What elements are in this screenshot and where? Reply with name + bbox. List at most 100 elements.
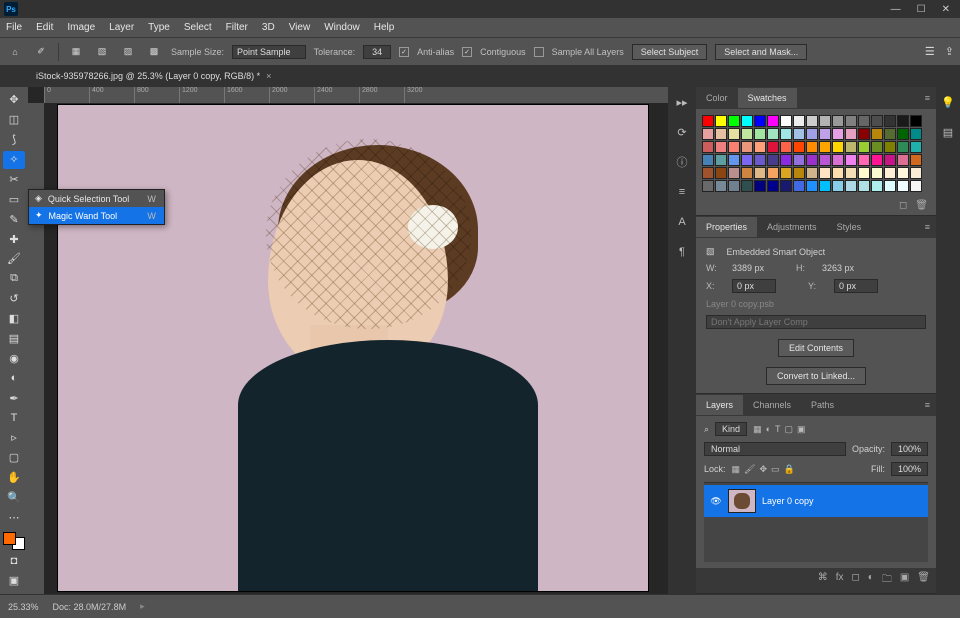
tab-swatches[interactable]: Swatches xyxy=(738,88,797,108)
swatch[interactable] xyxy=(884,167,896,179)
intersect-selection-icon[interactable]: ▩ xyxy=(145,43,163,61)
layer-mask-icon[interactable]: ◻ xyxy=(851,572,859,589)
tolerance-input[interactable]: 34 xyxy=(363,45,391,59)
type-tool[interactable]: T xyxy=(3,409,25,427)
screen-mode-icon[interactable]: ▣ xyxy=(3,572,25,590)
swatch[interactable] xyxy=(702,128,714,140)
swatch[interactable] xyxy=(741,115,753,127)
swatch[interactable] xyxy=(793,128,805,140)
menu-filter[interactable]: Filter xyxy=(226,22,248,33)
foreground-background-swatch[interactable] xyxy=(3,532,25,550)
swatch[interactable] xyxy=(780,115,792,127)
new-swatch-icon[interactable]: ◻ xyxy=(899,200,907,211)
swatch[interactable] xyxy=(767,141,779,153)
layer-row[interactable]: 👁 Layer 0 copy xyxy=(704,485,928,517)
paragraph-panel-icon[interactable]: ¶ xyxy=(673,243,691,261)
new-layer-icon[interactable]: ▣ xyxy=(900,572,909,589)
swatch[interactable] xyxy=(871,154,883,166)
subtract-selection-icon[interactable]: ▨ xyxy=(119,43,137,61)
menu-help[interactable]: Help xyxy=(374,22,395,33)
swatch[interactable] xyxy=(767,167,779,179)
layer-name[interactable]: Layer 0 copy xyxy=(762,496,814,506)
convert-linked-button[interactable]: Convert to Linked... xyxy=(766,367,866,385)
swatch[interactable] xyxy=(858,115,870,127)
sample-all-checkbox[interactable] xyxy=(534,47,544,57)
swatch[interactable] xyxy=(728,115,740,127)
lock-artboard-icon[interactable]: ▭ xyxy=(771,464,780,475)
history-panel-icon[interactable]: ⟳ xyxy=(673,123,691,141)
filter-smart-icon[interactable]: ▣ xyxy=(797,424,806,435)
maximize-icon[interactable]: ☐ xyxy=(917,4,926,15)
swatch[interactable] xyxy=(871,167,883,179)
swatch[interactable] xyxy=(832,180,844,192)
frame-tool[interactable]: ▭ xyxy=(3,190,25,208)
swatch[interactable] xyxy=(884,115,896,127)
fill-input[interactable]: 100% xyxy=(891,462,928,476)
filter-type-icon[interactable]: T xyxy=(775,424,781,435)
menu-3d[interactable]: 3D xyxy=(262,22,275,33)
swatch[interactable] xyxy=(715,167,727,179)
swatch[interactable] xyxy=(819,154,831,166)
swatch[interactable] xyxy=(767,128,779,140)
tab-color[interactable]: Color xyxy=(696,88,738,108)
new-selection-icon[interactable]: ▦ xyxy=(67,43,85,61)
swatch[interactable] xyxy=(741,141,753,153)
swatch[interactable] xyxy=(845,154,857,166)
menu-image[interactable]: Image xyxy=(67,22,95,33)
filter-pixel-icon[interactable]: ▦ xyxy=(753,424,762,435)
swatch[interactable] xyxy=(780,167,792,179)
swatch[interactable] xyxy=(780,180,792,192)
swatch[interactable] xyxy=(728,128,740,140)
swatch[interactable] xyxy=(715,180,727,192)
tab-properties[interactable]: Properties xyxy=(696,217,757,237)
layers-menu-icon[interactable]: ≡ xyxy=(919,400,936,410)
swatch[interactable] xyxy=(793,154,805,166)
hand-tool[interactable]: ✋ xyxy=(3,469,25,487)
swatch[interactable] xyxy=(845,115,857,127)
swatch[interactable] xyxy=(702,180,714,192)
status-arrow-icon[interactable]: ▸ xyxy=(140,601,145,612)
filter-adjust-icon[interactable]: ◐ xyxy=(766,424,771,435)
menu-type[interactable]: Type xyxy=(148,22,170,33)
blend-mode-select[interactable]: Normal xyxy=(704,442,846,456)
swatch[interactable] xyxy=(806,180,818,192)
flyout-magic-wand[interactable]: ✦ Magic Wand Tool W xyxy=(29,207,164,224)
swatch[interactable] xyxy=(767,154,779,166)
gradient-tool[interactable]: ▤ xyxy=(3,330,25,348)
swatch[interactable] xyxy=(871,115,883,127)
swatch[interactable] xyxy=(793,141,805,153)
filter-shape-icon[interactable]: ▢ xyxy=(785,424,794,435)
swatch[interactable] xyxy=(910,115,922,127)
quick-mask-icon[interactable]: ◘ xyxy=(3,552,25,570)
swatch[interactable] xyxy=(910,154,922,166)
layer-filter-search-icon[interactable]: ⌕ xyxy=(704,424,709,435)
swatch[interactable] xyxy=(884,141,896,153)
swatch[interactable] xyxy=(806,128,818,140)
swatch[interactable] xyxy=(819,167,831,179)
add-selection-icon[interactable]: ▧ xyxy=(93,43,111,61)
swatch[interactable] xyxy=(741,154,753,166)
menu-window[interactable]: Window xyxy=(324,22,360,33)
swatch[interactable] xyxy=(858,154,870,166)
tab-adjustments[interactable]: Adjustments xyxy=(757,217,827,237)
swatch[interactable] xyxy=(754,180,766,192)
edit-contents-button[interactable]: Edit Contents xyxy=(778,339,854,357)
menu-edit[interactable]: Edit xyxy=(36,22,53,33)
prop-y-input[interactable]: 0 px xyxy=(834,279,878,293)
swatch[interactable] xyxy=(832,167,844,179)
actions-panel-icon[interactable]: ≡ xyxy=(673,183,691,201)
swatch[interactable] xyxy=(806,167,818,179)
swatch[interactable] xyxy=(910,180,922,192)
swatch[interactable] xyxy=(845,141,857,153)
minimize-icon[interactable]: — xyxy=(891,4,901,15)
pen-tool[interactable]: ✒ xyxy=(3,389,25,407)
layer-comp-select[interactable]: Don't Apply Layer Comp xyxy=(706,315,926,329)
edit-toolbar-icon[interactable]: ⋯ xyxy=(3,508,25,526)
swatch[interactable] xyxy=(728,180,740,192)
swatch[interactable] xyxy=(728,154,740,166)
swatch[interactable] xyxy=(754,154,766,166)
swatch[interactable] xyxy=(715,115,727,127)
tab-close-icon[interactable]: × xyxy=(266,71,271,81)
search-icon[interactable]: ☰ xyxy=(925,45,935,58)
adjustment-layer-icon[interactable]: ◐ xyxy=(868,572,874,589)
